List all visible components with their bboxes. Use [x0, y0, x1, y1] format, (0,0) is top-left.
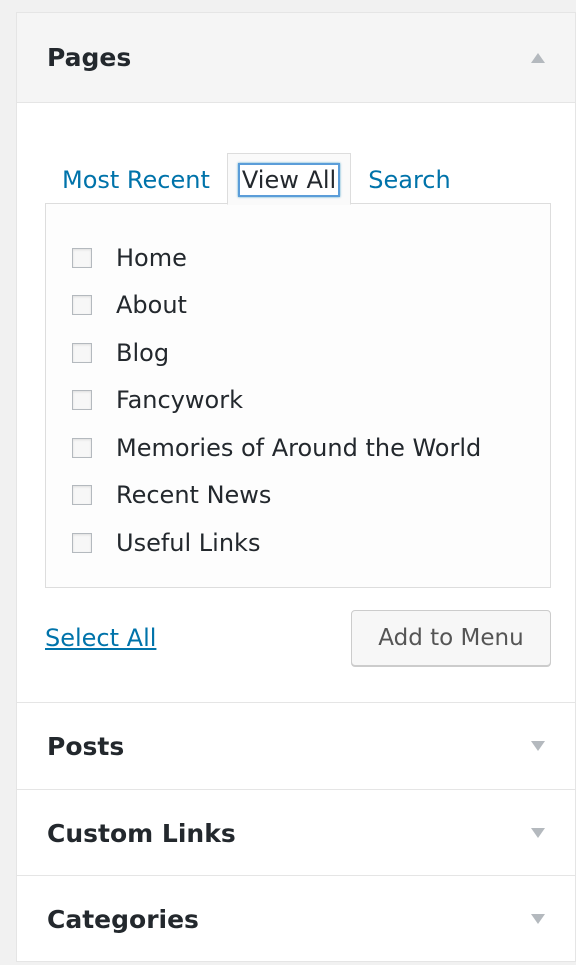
add-to-menu-button[interactable]: Add to Menu: [351, 610, 551, 666]
page-checkbox-recent-news[interactable]: [72, 485, 92, 506]
pages-tabs: Most Recent View All Search: [45, 153, 468, 205]
posts-section-header[interactable]: Posts: [17, 703, 575, 789]
page-label[interactable]: About: [116, 291, 187, 319]
page-label[interactable]: Blog: [116, 339, 169, 367]
tab-search[interactable]: Search: [351, 166, 467, 204]
collapse-arrow-icon[interactable]: [531, 52, 545, 63]
expand-arrow-icon[interactable]: [531, 828, 545, 838]
select-all-link[interactable]: Select All: [45, 624, 156, 652]
list-item: About: [72, 282, 550, 330]
page-checklist: Home About Blog Fancywork Memories of Ar…: [46, 204, 550, 567]
custom-links-section-title: Custom Links: [47, 818, 236, 848]
page-label[interactable]: Fancywork: [116, 386, 243, 414]
categories-section-title: Categories: [47, 904, 199, 934]
expand-arrow-icon[interactable]: [531, 741, 545, 751]
page-checkbox-memories[interactable]: [72, 437, 92, 458]
page-label[interactable]: Memories of Around the World: [116, 434, 481, 462]
list-item: Memories of Around the World: [72, 424, 550, 472]
page-label[interactable]: Useful Links: [116, 529, 260, 557]
page-checkbox-about[interactable]: [72, 295, 92, 316]
page-checkbox-fancywork[interactable]: [72, 390, 92, 411]
pages-section-title: Pages: [47, 43, 132, 72]
posts-section-title: Posts: [47, 731, 125, 761]
tab-view-all-label: View All: [237, 163, 341, 197]
pages-section-header[interactable]: Pages: [17, 13, 575, 103]
page-checkbox-useful-links[interactable]: [72, 532, 92, 553]
list-item: Home: [72, 234, 550, 282]
list-item: Useful Links: [72, 519, 550, 567]
expand-arrow-icon[interactable]: [531, 914, 545, 924]
page-label[interactable]: Home: [116, 244, 187, 272]
tab-most-recent[interactable]: Most Recent: [45, 166, 227, 204]
list-item: Recent News: [72, 472, 550, 520]
view-all-tab-panel: Home About Blog Fancywork Memories of Ar…: [45, 203, 551, 588]
menu-items-panel: Pages Most Recent View All Search Home A…: [16, 12, 576, 962]
custom-links-section-header[interactable]: Custom Links: [17, 790, 575, 876]
list-item: Fancywork: [72, 377, 550, 425]
page-checkbox-home[interactable]: [72, 247, 92, 268]
page-label[interactable]: Recent News: [116, 481, 271, 509]
categories-section-header[interactable]: Categories: [17, 876, 575, 962]
list-item: Blog: [72, 329, 550, 377]
tab-view-all[interactable]: View All: [226, 153, 352, 205]
page-checkbox-blog[interactable]: [72, 342, 92, 363]
